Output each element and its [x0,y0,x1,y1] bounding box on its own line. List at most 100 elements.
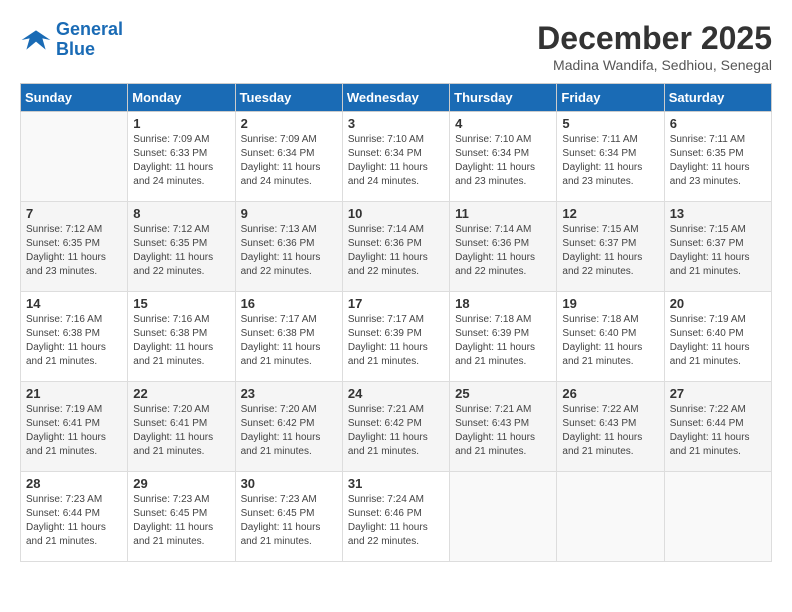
day-number: 13 [670,206,766,221]
calendar-cell: 5 Sunrise: 7:11 AMSunset: 6:34 PMDaylight… [557,112,664,202]
calendar-cell: 22 Sunrise: 7:20 AMSunset: 6:41 PMDayligh… [128,382,235,472]
day-number: 19 [562,296,658,311]
logo-bird-icon [20,24,52,56]
day-number: 17 [348,296,444,311]
calendar-cell [664,472,771,562]
day-number: 30 [241,476,337,491]
day-number: 11 [455,206,551,221]
day-detail: Sunrise: 7:16 AMSunset: 6:38 PMDaylight:… [133,313,229,369]
day-detail: Sunrise: 7:11 AMSunset: 6:34 PMDaylight:… [562,133,658,189]
day-detail: Sunrise: 7:18 AMSunset: 6:39 PMDaylight:… [455,313,551,369]
day-detail: Sunrise: 7:21 AMSunset: 6:43 PMDaylight:… [455,403,551,459]
day-detail: Sunrise: 7:11 AMSunset: 6:35 PMDaylight:… [670,133,766,189]
calendar-cell: 15 Sunrise: 7:16 AMSunset: 6:38 PMDayligh… [128,292,235,382]
weekday-header-monday: Monday [128,84,235,112]
calendar-cell [21,112,128,202]
day-detail: Sunrise: 7:17 AMSunset: 6:38 PMDaylight:… [241,313,337,369]
day-detail: Sunrise: 7:09 AMSunset: 6:34 PMDaylight:… [241,133,337,189]
weekday-header-saturday: Saturday [664,84,771,112]
calendar-cell [557,472,664,562]
day-detail: Sunrise: 7:15 AMSunset: 6:37 PMDaylight:… [670,223,766,279]
calendar-week-row: 7 Sunrise: 7:12 AMSunset: 6:35 PMDaylight… [21,202,772,292]
calendar-cell: 14Sunrise: 7:16 AMSunset: 6:38 PMDayligh… [21,292,128,382]
weekday-header-friday: Friday [557,84,664,112]
day-number: 26 [562,386,658,401]
calendar-cell: 20 Sunrise: 7:19 AMSunset: 6:40 PMDayligh… [664,292,771,382]
calendar-week-row: 1 Sunrise: 7:09 AMSunset: 6:33 PMDaylight… [21,112,772,202]
day-number: 18 [455,296,551,311]
calendar-cell: 12Sunrise: 7:15 AMSunset: 6:37 PMDayligh… [557,202,664,292]
calendar-cell: 16 Sunrise: 7:17 AMSunset: 6:38 PMDayligh… [235,292,342,382]
calendar-cell: 30 Sunrise: 7:23 AMSunset: 6:45 PMDayligh… [235,472,342,562]
title-block: December 2025 Madina Wandifa, Sedhiou, S… [537,20,772,73]
calendar-cell: 7 Sunrise: 7:12 AMSunset: 6:35 PMDaylight… [21,202,128,292]
day-detail: Sunrise: 7:10 AMSunset: 6:34 PMDaylight:… [348,133,444,189]
calendar-cell: 13 Sunrise: 7:15 AMSunset: 6:37 PMDayligh… [664,202,771,292]
day-number: 6 [670,116,766,131]
calendar-cell: 11Sunrise: 7:14 AMSunset: 6:36 PMDayligh… [450,202,557,292]
calendar-cell: 6 Sunrise: 7:11 AMSunset: 6:35 PMDaylight… [664,112,771,202]
day-detail: Sunrise: 7:20 AMSunset: 6:41 PMDaylight:… [133,403,229,459]
day-number: 21 [26,386,122,401]
calendar-cell: 24 Sunrise: 7:21 AMSunset: 6:42 PMDayligh… [342,382,449,472]
day-number: 31 [348,476,444,491]
calendar-cell: 1 Sunrise: 7:09 AMSunset: 6:33 PMDaylight… [128,112,235,202]
day-number: 4 [455,116,551,131]
logo-text: General Blue [56,20,123,60]
day-number: 2 [241,116,337,131]
calendar-cell: 9 Sunrise: 7:13 AMSunset: 6:36 PMDaylight… [235,202,342,292]
day-number: 28 [26,476,122,491]
day-detail: Sunrise: 7:19 AMSunset: 6:41 PMDaylight:… [26,403,122,459]
day-detail: Sunrise: 7:13 AMSunset: 6:36 PMDaylight:… [241,223,337,279]
day-detail: Sunrise: 7:23 AMSunset: 6:45 PMDaylight:… [133,493,229,549]
day-detail: Sunrise: 7:15 AMSunset: 6:37 PMDaylight:… [562,223,658,279]
day-detail: Sunrise: 7:09 AMSunset: 6:33 PMDaylight:… [133,133,229,189]
calendar-cell: 3Sunrise: 7:10 AMSunset: 6:34 PMDaylight… [342,112,449,202]
calendar-cell: 23 Sunrise: 7:20 AMSunset: 6:42 PMDayligh… [235,382,342,472]
calendar-cell: 27Sunrise: 7:22 AMSunset: 6:44 PMDayligh… [664,382,771,472]
calendar-cell: 8Sunrise: 7:12 AMSunset: 6:35 PMDaylight… [128,202,235,292]
day-detail: Sunrise: 7:10 AMSunset: 6:34 PMDaylight:… [455,133,551,189]
calendar-cell: 17 Sunrise: 7:17 AMSunset: 6:39 PMDayligh… [342,292,449,382]
calendar-cell: 25 Sunrise: 7:21 AMSunset: 6:43 PMDayligh… [450,382,557,472]
calendar-cell: 21 Sunrise: 7:19 AMSunset: 6:41 PMDayligh… [21,382,128,472]
calendar-cell: 28Sunrise: 7:23 AMSunset: 6:44 PMDayligh… [21,472,128,562]
day-number: 20 [670,296,766,311]
day-detail: Sunrise: 7:17 AMSunset: 6:39 PMDaylight:… [348,313,444,369]
calendar-cell: 31 Sunrise: 7:24 AMSunset: 6:46 PMDayligh… [342,472,449,562]
day-number: 7 [26,206,122,221]
month-title: December 2025 [537,20,772,57]
calendar-cell: 29 Sunrise: 7:23 AMSunset: 6:45 PMDayligh… [128,472,235,562]
day-detail: Sunrise: 7:21 AMSunset: 6:42 PMDaylight:… [348,403,444,459]
weekday-header-sunday: Sunday [21,84,128,112]
day-number: 23 [241,386,337,401]
calendar-cell: 26 Sunrise: 7:22 AMSunset: 6:43 PMDayligh… [557,382,664,472]
day-detail: Sunrise: 7:20 AMSunset: 6:42 PMDaylight:… [241,403,337,459]
calendar-cell: 10 Sunrise: 7:14 AMSunset: 6:36 PMDayligh… [342,202,449,292]
day-number: 10 [348,206,444,221]
calendar-cell: 18 Sunrise: 7:18 AMSunset: 6:39 PMDayligh… [450,292,557,382]
day-detail: Sunrise: 7:12 AMSunset: 6:35 PMDaylight:… [26,223,122,279]
day-number: 27 [670,386,766,401]
calendar-header-row: SundayMondayTuesdayWednesdayThursdayFrid… [21,84,772,112]
day-number: 1 [133,116,229,131]
weekday-header-tuesday: Tuesday [235,84,342,112]
day-number: 25 [455,386,551,401]
calendar-week-row: 14Sunrise: 7:16 AMSunset: 6:38 PMDayligh… [21,292,772,382]
day-number: 15 [133,296,229,311]
day-number: 29 [133,476,229,491]
day-number: 22 [133,386,229,401]
logo: General Blue [20,20,123,60]
day-detail: Sunrise: 7:14 AMSunset: 6:36 PMDaylight:… [348,223,444,279]
day-detail: Sunrise: 7:16 AMSunset: 6:38 PMDaylight:… [26,313,122,369]
day-detail: Sunrise: 7:22 AMSunset: 6:43 PMDaylight:… [562,403,658,459]
day-detail: Sunrise: 7:19 AMSunset: 6:40 PMDaylight:… [670,313,766,369]
location: Madina Wandifa, Sedhiou, Senegal [537,57,772,73]
day-number: 9 [241,206,337,221]
day-number: 24 [348,386,444,401]
day-detail: Sunrise: 7:23 AMSunset: 6:45 PMDaylight:… [241,493,337,549]
day-number: 8 [133,206,229,221]
day-number: 5 [562,116,658,131]
day-number: 16 [241,296,337,311]
day-detail: Sunrise: 7:24 AMSunset: 6:46 PMDaylight:… [348,493,444,549]
